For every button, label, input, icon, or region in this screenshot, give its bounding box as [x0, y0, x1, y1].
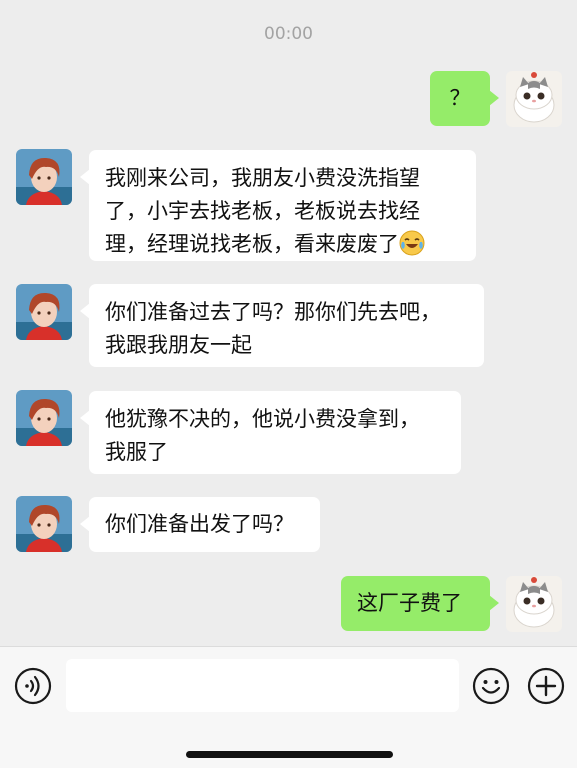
home-indicator[interactable] — [186, 751, 393, 758]
message-text-line: 我服了 — [105, 440, 168, 464]
plus-icon[interactable] — [527, 667, 565, 705]
message-bubble-other[interactable]: 你们准备出发了吗？ — [80, 497, 320, 552]
input-bar — [0, 646, 577, 768]
message-input[interactable] — [66, 659, 459, 712]
contact-avatar[interactable] — [16, 496, 72, 552]
message-text-line: 了，小宇去找老板，老板说去找经 — [105, 199, 420, 223]
self-avatar[interactable] — [506, 71, 562, 127]
timestamp: 00:00 — [264, 24, 313, 44]
emoji-icon[interactable] — [472, 667, 510, 705]
contact-avatar[interactable] — [16, 284, 72, 340]
message-text: 这厂子费了 — [357, 591, 462, 615]
message-bubble-other[interactable]: 我刚来公司，我朋友小费没洗指望 了，小宇去找老板，老板说去找经 理，经理说找老板… — [80, 150, 476, 261]
contact-avatar[interactable] — [16, 149, 72, 205]
message-text-line: 我刚来公司，我朋友小费没洗指望 — [105, 166, 420, 190]
message-bubble-other[interactable]: 你们准备过去了吗？那你们先去吧， 我跟我朋友一起 — [80, 284, 484, 367]
message-text-line: 你们准备出发了吗？ — [105, 512, 294, 536]
message-bubble-self[interactable]: 这厂子费了 — [341, 576, 499, 631]
message-bubble-self[interactable]: ？ — [430, 71, 499, 126]
message-text-line: 理，经理说找老板，看来废废了 — [105, 232, 399, 256]
message-text: ？ — [449, 86, 471, 110]
message-text-line: 我跟我朋友一起 — [105, 333, 252, 357]
laugh-cry-emoji — [399, 230, 425, 256]
contact-avatar[interactable] — [16, 390, 72, 446]
message-bubble-other[interactable]: 他犹豫不决的，他说小费没拿到， 我服了 — [80, 391, 461, 474]
message-text-line: 你们准备过去了吗？那你们先去吧， — [105, 300, 441, 324]
self-avatar[interactable] — [506, 576, 562, 632]
voice-icon[interactable] — [14, 667, 52, 705]
message-text-line: 他犹豫不决的，他说小费没拿到， — [105, 407, 420, 431]
